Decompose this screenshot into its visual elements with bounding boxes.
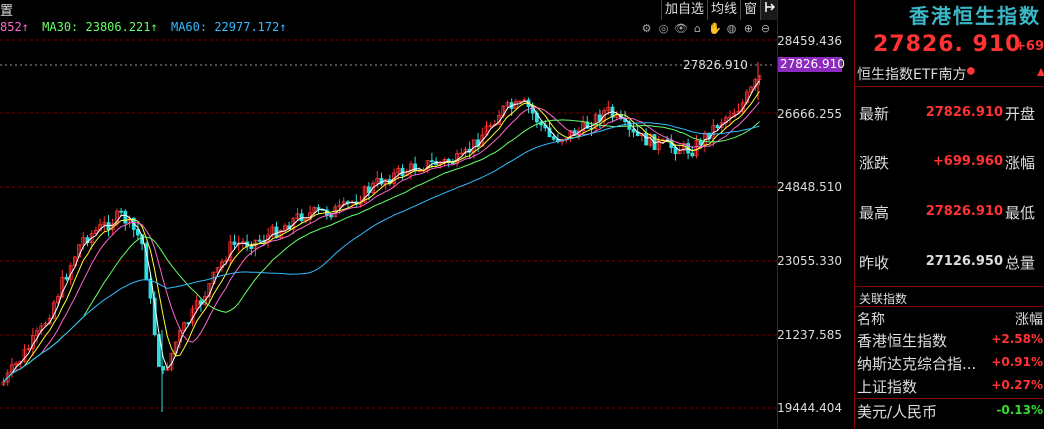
settings-label[interactable]: 置 <box>0 0 13 19</box>
etf-name[interactable]: 恒生指数ETF南方 <box>857 67 966 83</box>
candle-body <box>631 128 636 133</box>
up-arrow-icon <box>1037 68 1044 76</box>
related-row[interactable]: 香港恒生指数 +2.58% <box>855 330 1044 352</box>
quote-panel: 香港恒生指数 27826. 910 +699 恒生指数ETF南方● 最新 278… <box>854 0 1044 429</box>
candle-body <box>316 207 321 210</box>
candle-body <box>64 276 69 280</box>
index-title: 香港恒生指数 <box>909 4 1041 28</box>
quote-label: 最新 <box>859 105 890 123</box>
quote-label: 涨跌 <box>859 154 890 172</box>
divider <box>855 306 1044 307</box>
index-price: 27826. 910 <box>873 32 1022 57</box>
price-tick: 21237.585 <box>777 328 842 342</box>
quote-value: 27826.910 <box>925 204 1003 219</box>
ma-legend-item: 852↑ <box>0 20 29 34</box>
candle-body <box>249 246 254 249</box>
candle-body <box>690 152 695 157</box>
related-name: 香港恒生指数 <box>857 332 948 350</box>
ma-line-button[interactable]: 均线 <box>706 0 740 20</box>
zoom-out-icon[interactable]: ⊖ <box>759 22 772 35</box>
related-row[interactable]: 上证指数 +0.27% <box>855 376 1044 398</box>
kline-chart[interactable]: 27826.910 <box>0 0 777 429</box>
current-price-label: 27826.910 <box>683 58 748 72</box>
quote-value: 27126.950 <box>925 254 1003 269</box>
candle-body <box>429 160 434 163</box>
chart-tool-icons: ⚙ ◎ 👁 ⌂ ✋ ◍ ⊕ ⊖ <box>640 22 772 35</box>
gear-icon[interactable]: ⚙ <box>640 22 653 35</box>
eye-icon[interactable]: 👁 <box>674 22 688 35</box>
related-change: +0.27% <box>991 378 1043 392</box>
related-change: +2.58% <box>991 332 1043 346</box>
pin-icon[interactable] <box>760 0 777 20</box>
quote-label: 最低 <box>1005 204 1036 222</box>
candle-body <box>715 125 720 129</box>
quote-value: 27826.910 <box>925 105 1003 120</box>
quote-label: 总量 <box>1005 254 1036 272</box>
ma30-legend-item: MA30: 23806.221↑ <box>42 20 158 34</box>
kline-chart-pane[interactable]: 27826.910 置 852↑ MA30: 23806.221↑ MA60: … <box>0 0 777 429</box>
window-button[interactable]: 窗 <box>739 0 760 20</box>
candle-body <box>644 132 648 146</box>
candle-body <box>551 136 556 140</box>
divider <box>855 398 1044 399</box>
ma-line <box>3 119 760 383</box>
hand-icon[interactable]: ✋ <box>708 22 722 35</box>
candle-body <box>257 239 262 242</box>
candle-body <box>123 210 128 224</box>
column-header-name[interactable]: 名称 <box>857 309 885 329</box>
ring-icon[interactable]: ◎ <box>657 22 670 35</box>
dot-icon: ● <box>966 65 976 77</box>
related-change: -0.13% <box>996 403 1043 417</box>
quote-label: 涨幅 <box>1005 154 1036 172</box>
divider <box>855 86 1044 87</box>
price-tick: 26666.255 <box>777 107 842 121</box>
quote-value: +699.960 <box>932 154 1003 169</box>
divider <box>855 286 1044 287</box>
related-row[interactable]: 纳斯达克综合指... +0.91% <box>855 353 1044 375</box>
quote-label: 开盘 <box>1005 105 1036 123</box>
price-tick: 19444.404 <box>777 401 842 415</box>
add-watchlist-button[interactable]: 加自选 <box>660 0 707 20</box>
price-tick: 23055.330 <box>777 254 842 268</box>
ma60-legend-item: MA60: 22977.172↑ <box>170 20 287 34</box>
ma-legend: 852↑ MA30: 23806.221↑ MA60: 22977.172↑ <box>0 20 293 38</box>
related-etf-link[interactable]: 恒生指数ETF南方● <box>857 64 975 84</box>
bag-icon[interactable]: ⌂ <box>691 22 704 35</box>
related-name: 纳斯达克综合指... <box>857 355 977 373</box>
related-name: 上证指数 <box>857 378 918 396</box>
candle-body <box>329 214 334 218</box>
current-price-marker: 27826.910 <box>778 57 845 72</box>
price-tick: 28459.436 <box>777 34 842 48</box>
chart-toolbar: 加自选 均线 窗 <box>660 0 777 20</box>
related-indices-title: 关联指数 <box>859 292 908 306</box>
candle-body <box>119 210 123 213</box>
candle-body <box>232 241 237 245</box>
related-change: +0.91% <box>991 355 1043 369</box>
column-header-change[interactable]: 涨幅 <box>1015 309 1043 329</box>
related-name: 美元/人民币 <box>857 403 938 421</box>
index-change: +699 <box>1015 39 1044 54</box>
price-axis: 28459.436 27826.910 26666.255 24848.510 … <box>777 0 854 429</box>
quote-label: 昨收 <box>859 254 890 272</box>
ma-line <box>3 122 760 383</box>
target-icon[interactable]: ◍ <box>725 22 738 35</box>
zoom-in-icon[interactable]: ⊕ <box>742 22 755 35</box>
candle-body <box>274 226 279 238</box>
related-row[interactable]: 美元/人民币 -0.13% <box>855 401 1044 423</box>
price-tick: 24848.510 <box>777 180 842 194</box>
quote-label: 最高 <box>859 204 890 222</box>
